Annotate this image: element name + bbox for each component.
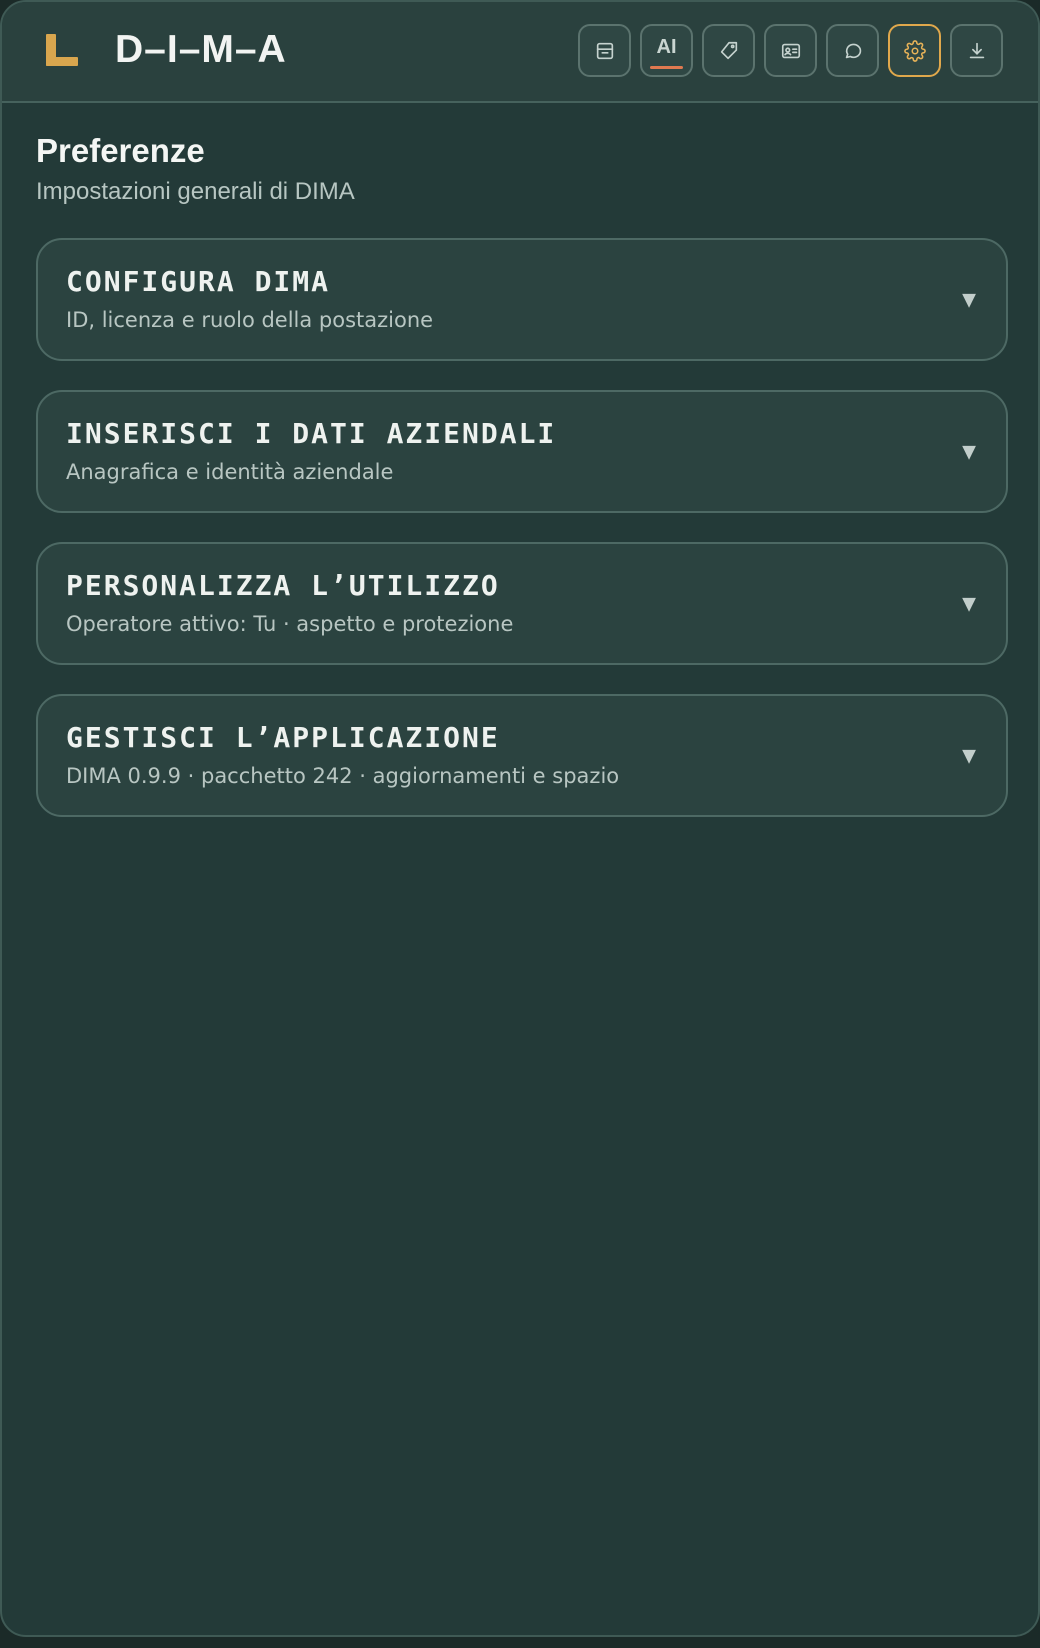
chevron-down-icon: ▼ (962, 441, 976, 462)
section-subtitle: DIMA 0.9.9 · pacchetto 242 · aggiornamen… (66, 764, 620, 788)
chat-button[interactable] (826, 24, 879, 77)
section-gestisci-applicazione[interactable]: GESTISCI L’APPLICAZIONE DIMA 0.9.9 · pac… (36, 694, 1008, 817)
tag-icon (720, 41, 737, 59)
chat-bubble-icon (845, 43, 861, 58)
archive-button[interactable] (578, 24, 631, 77)
page-title: Preferenze (36, 132, 205, 169)
toolbar: AI (578, 24, 1003, 77)
settings-button[interactable] (888, 24, 941, 77)
id-card-button[interactable] (764, 24, 817, 77)
section-title: CONFIGURA DIMA (66, 265, 331, 298)
section-title: PERSONALIZZA L’UTILIZZO (66, 569, 500, 602)
chevron-down-icon: ▼ (962, 745, 976, 766)
app-window: D–I–M–A AI Preferenze Impostazioni gener… (0, 0, 1040, 1637)
ai-active-indicator (650, 66, 683, 69)
section-subtitle: Anagrafica e identità aziendale (66, 460, 394, 484)
app-logo-icon (46, 34, 78, 66)
section-configura-dima[interactable]: CONFIGURA DIMA ID, licenza e ruolo della… (36, 238, 1008, 361)
download-icon (969, 42, 984, 58)
section-title: GESTISCI L’APPLICAZIONE (66, 721, 500, 754)
preferences-sections: CONFIGURA DIMA ID, licenza e ruolo della… (36, 238, 1008, 846)
section-subtitle: Operatore attivo: Tu · aspetto e protezi… (66, 612, 514, 636)
page-subtitle: Impostazioni generali di DIMA (36, 178, 355, 205)
ai-button[interactable]: AI (640, 24, 693, 77)
chevron-down-icon: ▼ (962, 289, 976, 310)
app-title: D–I–M–A (115, 28, 287, 71)
tag-button[interactable] (702, 24, 755, 77)
ai-label: AI (656, 36, 677, 58)
gear-icon (903, 39, 926, 62)
id-card-icon (781, 43, 800, 58)
app-header: D–I–M–A AI (2, 2, 1038, 103)
archive-icon (596, 42, 613, 59)
section-subtitle: ID, licenza e ruolo della postazione (66, 308, 434, 332)
download-button[interactable] (950, 24, 1003, 77)
section-dati-aziendali[interactable]: INSERISCI I DATI AZIENDALI Anagrafica e … (36, 390, 1008, 513)
chevron-down-icon: ▼ (962, 593, 976, 614)
section-title: INSERISCI I DATI AZIENDALI (66, 417, 557, 450)
section-personalizza-utilizzo[interactable]: PERSONALIZZA L’UTILIZZO Operatore attivo… (36, 542, 1008, 665)
